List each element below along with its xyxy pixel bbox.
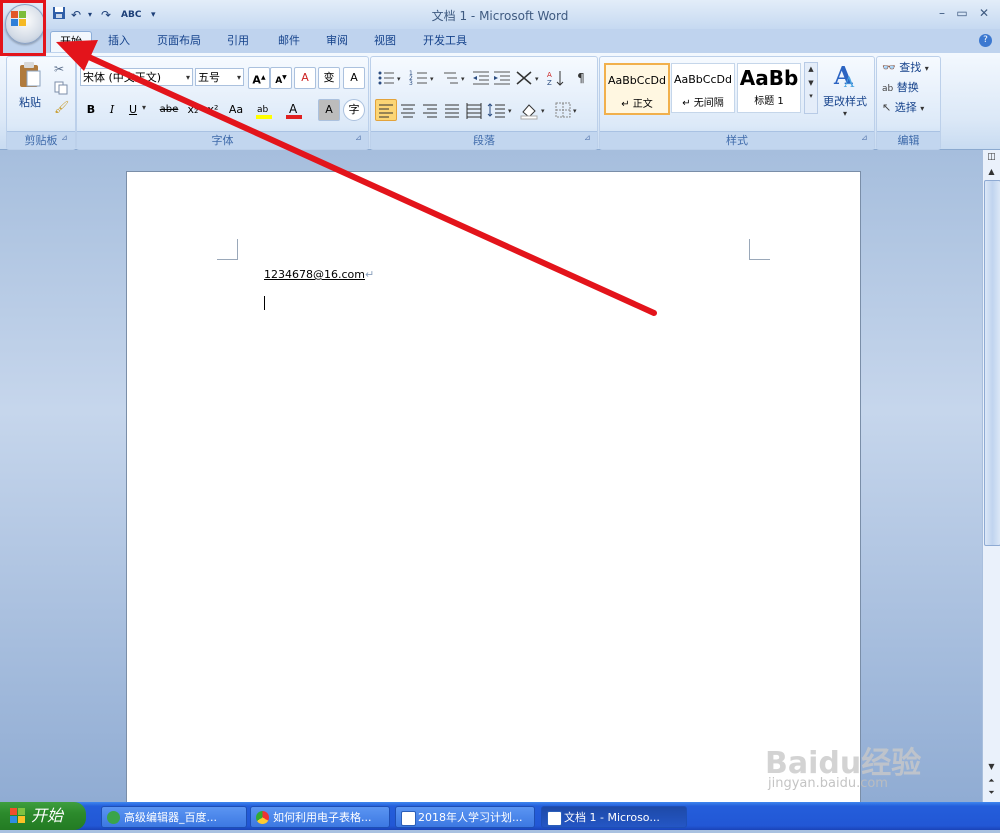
taskbar-item-plan-doc[interactable]: 2018年人学习计划... <box>395 806 535 828</box>
windows-logo-icon <box>10 805 26 823</box>
browser-icon <box>107 811 120 824</box>
word-doc-icon <box>401 811 416 826</box>
task-label: 2018年人学习计划... <box>418 811 523 824</box>
watermark-url: jingyan.baidu.com <box>768 776 888 791</box>
task-label: 文档 1 - Microso... <box>564 811 660 824</box>
taskbar-item-editor[interactable]: 高级编辑器_百度... <box>101 806 247 828</box>
start-label: 开始 <box>31 806 64 825</box>
task-label: 高级编辑器_百度... <box>124 811 217 824</box>
chrome-icon <box>256 811 269 824</box>
taskbar-item-word[interactable]: 文档 1 - Microso... <box>541 806 687 828</box>
taskbar-item-chrome[interactable]: 如何利用电子表格... <box>250 806 390 828</box>
start-button[interactable]: 开始 <box>0 802 86 830</box>
task-label: 如何利用电子表格... <box>273 811 372 824</box>
annotation-arrow <box>56 40 657 316</box>
word-doc-icon <box>547 811 562 826</box>
